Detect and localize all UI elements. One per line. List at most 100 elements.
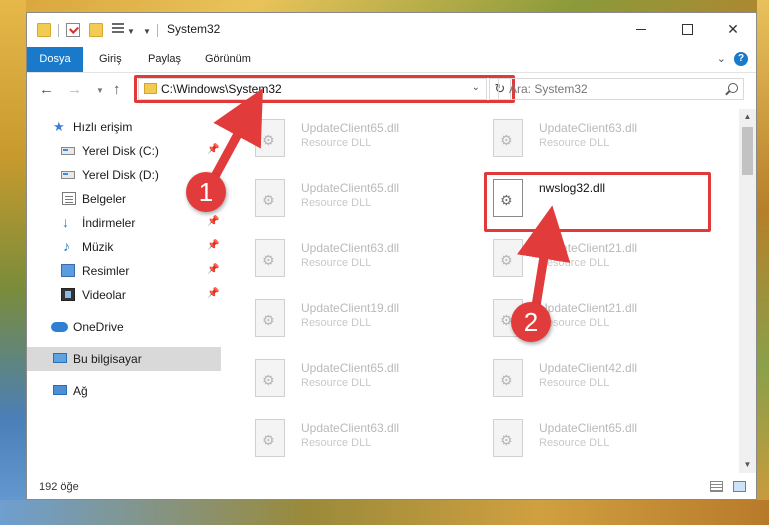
sidebar-item-label: Yerel Disk (D:) [82,168,159,182]
sidebar-item-network[interactable]: Ağ [27,379,221,403]
sidebar-item-pictures[interactable]: Resimler 📌 [27,259,221,283]
file-item[interactable]: UpdateClient19.dll Resource DLL [245,291,470,347]
folder-icon [37,23,51,37]
item-count: 192 öğe [39,481,79,493]
sidebar-item-label: Müzik [82,240,114,254]
file-item[interactable]: UpdateClient42.dll Resource DLL [483,351,708,407]
tab-home[interactable]: Giriş [97,47,124,72]
navigation-pane: ★ Hızlı erişim Yerel Disk (C:) 📌 Yerel D… [27,109,225,473]
minimize-button[interactable] [618,13,664,45]
file-type: Resource DLL [539,257,610,269]
file-item[interactable]: UpdateClient63.dll Resource DLL [245,411,470,467]
file-name: UpdateClient63.dll [539,121,638,135]
file-item[interactable]: UpdateClient65.dll Resource DLL [245,351,470,407]
forward-arrow-icon[interactable]: → [67,81,82,98]
vertical-scrollbar[interactable]: ▲ ▼ [739,109,756,473]
expand-ribbon-icon[interactable]: ⌄ [717,52,726,65]
desktop-background-bottom [0,500,769,525]
file-name: UpdateClient19.dll [301,301,400,315]
document-icon [62,192,76,205]
music-icon: ♪ [63,238,70,254]
file-highlight-box [484,172,711,232]
help-icon[interactable]: ? [734,52,748,66]
sidebar-item-this-pc[interactable]: Bu bilgisayar [27,347,221,371]
file-item[interactable]: UpdateClient65.dll Resource DLL [245,171,470,227]
toolbar-separator [157,24,158,37]
pin-icon[interactable]: 📌 [207,288,219,299]
new-folder-icon[interactable] [89,23,103,37]
dll-file-icon [493,359,523,397]
pin-icon[interactable]: 📌 [207,216,219,227]
dll-file-icon [493,239,523,277]
sidebar-item-label: Belgeler [82,192,127,206]
sidebar-item-label: Bu bilgisayar [73,352,142,366]
desktop-background-left [0,0,26,525]
file-name: UpdateClient21.dll [539,241,638,255]
file-item[interactable]: UpdateClient63.dll Resource DLL [245,231,470,287]
tab-view[interactable]: Görünüm [203,47,253,72]
status-bar: 192 öğe [27,475,756,499]
properties-icon[interactable] [66,23,80,37]
quick-access-dropdown-icon[interactable]: ▼ [143,27,151,36]
file-type: Resource DLL [301,197,372,209]
file-type: Resource DLL [301,317,372,329]
tab-share[interactable]: Paylaş [146,47,183,72]
up-arrow-icon[interactable]: ↑ [113,81,121,98]
sidebar-item-label: Resimler [82,264,130,278]
scrollbar-thumb[interactable] [742,127,753,175]
file-type: Resource DLL [301,257,372,269]
sidebar-item-local-disk-c[interactable]: Yerel Disk (C:) 📌 [27,139,221,163]
search-placeholder: Ara: System32 [509,82,588,96]
file-type: Resource DLL [539,137,610,149]
address-row: ← → ▼ ↑ C:\Windows\System32 ⌄ ↻ Ara: Sys… [27,73,756,107]
file-name: UpdateClient42.dll [539,361,638,375]
pin-icon[interactable]: 📌 [207,264,219,275]
scroll-up-icon[interactable]: ▲ [739,109,756,125]
chevron-down-icon[interactable]: ▼ [127,27,135,36]
file-type: Resource DLL [301,377,372,389]
large-icons-view-icon[interactable] [733,481,746,492]
dll-file-icon [255,179,285,217]
download-icon: ↓ [62,214,69,230]
search-icon[interactable] [728,83,738,93]
pin-icon[interactable]: 📌 [207,240,219,251]
file-name: UpdateClient63.dll [301,241,400,255]
details-view-icon[interactable] [710,481,723,492]
sidebar-item-label: Videolar [82,288,126,302]
video-icon [61,288,75,301]
file-type: Resource DLL [539,377,610,389]
sidebar-item-videos[interactable]: Videolar 📌 [27,283,221,307]
back-arrow-icon[interactable]: ← [39,81,54,98]
sidebar-item-downloads[interactable]: ↓ İndirmeler 📌 [27,211,221,235]
maximize-button[interactable] [664,13,710,45]
title-bar: ▼ ▼ System32 ✕ [27,13,756,47]
recent-locations-icon[interactable]: ▼ [96,86,104,95]
sidebar-item-label: Yerel Disk (C:) [82,144,159,158]
file-item[interactable]: UpdateClient65.dll Resource DLL [483,411,708,467]
close-button[interactable]: ✕ [710,13,756,45]
star-icon: ★ [53,119,65,134]
ribbon-tabs: Dosya Giriş Paylaş Görünüm ⌄ ? [27,47,756,73]
network-icon [53,385,67,395]
file-name: UpdateClient21.dll [539,301,638,315]
address-highlight-box [134,75,515,103]
file-explorer-window: ▼ ▼ System32 ✕ Dosya Giriş Paylaş Görünü… [26,12,757,500]
scroll-down-icon[interactable]: ▼ [739,457,756,473]
sidebar-item-music[interactable]: ♪ Müzik 📌 [27,235,221,259]
sidebar-item-quick-access[interactable]: ★ Hızlı erişim [27,115,221,139]
pin-icon[interactable]: 📌 [207,144,219,155]
file-type: Resource DLL [301,137,372,149]
file-type: Resource DLL [539,437,610,449]
file-item[interactable]: UpdateClient65.dll Resource DLL [245,111,470,167]
sidebar-item-label: OneDrive [73,320,124,334]
sidebar-item-label: İndirmeler [82,216,136,230]
tab-file[interactable]: Dosya [27,47,83,72]
search-input[interactable]: Ara: System32 [498,78,744,100]
file-item[interactable]: UpdateClient21.dll Resource DLL [483,231,708,287]
dll-file-icon [255,239,285,277]
file-item[interactable]: UpdateClient63.dll Resource DLL [483,111,708,167]
file-name: UpdateClient65.dll [301,361,400,375]
cloud-icon [51,322,68,332]
customize-list-icon[interactable] [112,23,124,36]
sidebar-item-onedrive[interactable]: OneDrive [27,315,221,339]
